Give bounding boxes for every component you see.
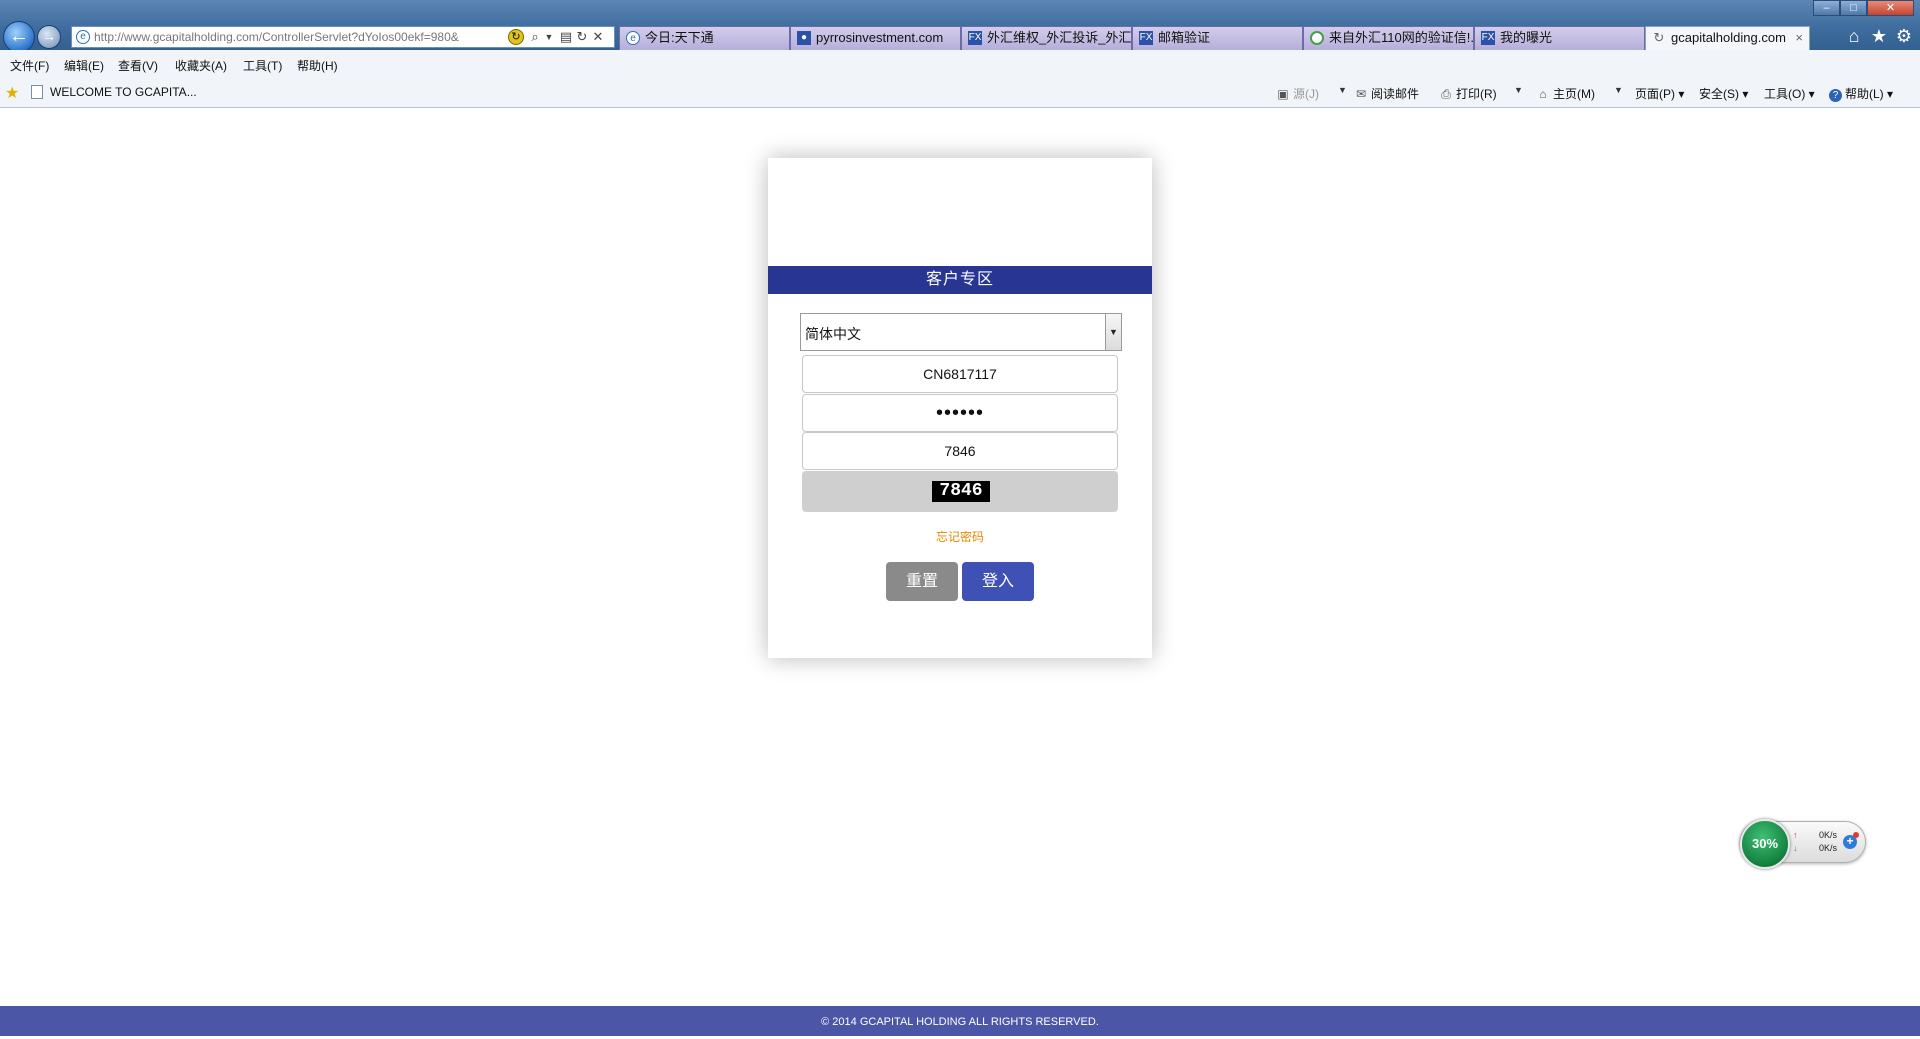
captcha-input[interactable]: 7846 (802, 432, 1118, 470)
home-icon[interactable]: ⌂ (1843, 26, 1865, 47)
tools-menu-button[interactable]: 工具(O) ▾ (1764, 85, 1815, 102)
help-menu-button[interactable]: ? 帮助(L) ▾ (1829, 85, 1893, 102)
home-label: 主页(M) (1553, 87, 1595, 101)
menu-bar: 文件(F) 编辑(E) 查看(V) 收藏夹(A) 工具(T) 帮助(H) (0, 50, 1920, 79)
settings-gear-icon[interactable]: ⚙ (1893, 26, 1915, 47)
command-bar: ★ WELCOME TO GCAPITA... ▣ 源(J) ▼ ✉ 阅读邮件 ⎙ 打… (0, 78, 1920, 108)
menu-help[interactable]: 帮助(H) (297, 57, 338, 74)
back-button[interactable]: ← (3, 21, 35, 53)
paw-icon: ● (797, 31, 811, 45)
menu-favorites[interactable]: 收藏夹(A) (175, 57, 227, 74)
upload-speed: 0K/s (1819, 830, 1838, 840)
menu-edit[interactable]: 编辑(E) (64, 57, 104, 74)
print-label: 打印(R) (1456, 87, 1497, 101)
reset-button[interactable]: 重置 (886, 562, 958, 601)
favorite-page-title[interactable]: WELCOME TO GCAPITA... (50, 85, 197, 99)
tab-label: 外汇维权_外汇投诉_外汇... (987, 30, 1132, 45)
page-icon (31, 85, 43, 99)
dropdown-icon[interactable]: ▼ (542, 29, 556, 45)
stop-icon[interactable]: ✕ (591, 29, 605, 45)
refresh-icon[interactable]: ↻ (575, 29, 589, 45)
tab-label: 来自外汇110网的验证信!... (1329, 30, 1474, 45)
download-speed: 0K/s (1819, 843, 1838, 853)
feeds-button[interactable]: ▣ 源(J) (1276, 85, 1319, 102)
menu-tools[interactable]: 工具(T) (243, 57, 282, 74)
tab-label: 我的曝光 (1500, 30, 1553, 45)
client-area-header: 客户专区 (768, 266, 1152, 294)
tab-label: pyrrosinvestment.com (816, 30, 944, 45)
tab-label: 邮箱验证 (1158, 30, 1211, 45)
address-bar[interactable]: e http://www.gcapitalholding.com/Control… (71, 26, 615, 48)
chevron-down-icon[interactable]: ▼ (1514, 85, 1523, 95)
captcha-image[interactable]: 7846 (932, 481, 990, 502)
favorites-star-icon[interactable]: ★ (1868, 26, 1890, 47)
page-menu-button[interactable]: 页面(P) ▾ (1635, 85, 1684, 102)
read-mail-button[interactable]: ✉ 阅读邮件 (1354, 85, 1419, 102)
rss-icon: ▣ (1277, 87, 1289, 101)
tab-label: 今日:天下通 (645, 30, 714, 45)
footer-copyright: © 2014 GCAPITAL HOLDING ALL RIGHTS RESER… (0, 1006, 1920, 1036)
printer-icon: ⎙ (1441, 87, 1451, 101)
address-url[interactable]: http://www.gcapitalholding.com/Controlle… (94, 30, 514, 44)
menu-view[interactable]: 查看(V) (118, 57, 158, 74)
home-page-button[interactable]: ⌂ 主页(M) (1536, 85, 1595, 102)
tab-tianxiatong[interactable]: e 今日:天下通 (619, 26, 790, 50)
home-page-icon: ⌂ (1539, 87, 1547, 101)
language-value: 简体中文 (805, 326, 861, 342)
tab-gcapital[interactable]: ↻ gcapitalholding.com × (1645, 26, 1810, 50)
forgot-password-link[interactable]: 忘记密码 (768, 528, 1152, 545)
ie-page-icon: e (76, 30, 90, 44)
extension-icon[interactable]: ↻ (508, 29, 524, 45)
tab-email-verify[interactable]: FX 邮箱验证 (1132, 26, 1303, 50)
memory-gauge[interactable]: 30% (1740, 819, 1790, 869)
notification-dot (1853, 832, 1859, 838)
chevron-down-icon[interactable]: ▼ (1614, 85, 1623, 95)
chevron-down-icon[interactable]: ▼ (1105, 314, 1121, 350)
minimize-button[interactable]: – (1813, 0, 1840, 16)
read-mail-label: 阅读邮件 (1371, 87, 1420, 101)
fx110-icon: FX (1139, 31, 1153, 45)
tab-verify-letter[interactable]: 来自外汇110网的验证信!... (1303, 26, 1474, 50)
account-input[interactable]: CN6817117 (802, 355, 1118, 393)
search-icon[interactable]: ⌕ (528, 29, 542, 45)
browser-title-bar: ← → e http://www.gcapitalholding.com/Con… (0, 0, 1920, 53)
print-button[interactable]: ⎙ 打印(R) (1439, 85, 1497, 102)
chrome-icon (1310, 31, 1324, 45)
tab-my-exposure[interactable]: FX 我的曝光 (1474, 26, 1645, 50)
feeds-label: 源(J) (1293, 87, 1319, 101)
loading-icon: ↻ (1653, 30, 1665, 45)
help-icon: ? (1829, 89, 1842, 102)
tab-close-icon[interactable]: × (1795, 27, 1803, 49)
favorites-bar-star-icon[interactable]: ★ (5, 83, 19, 103)
fx110-icon: FX (968, 31, 982, 45)
tab-fx-complaint[interactable]: FX 外汇维权_外汇投诉_外汇... (961, 26, 1132, 50)
tab-label: gcapitalholding.com (1671, 30, 1786, 45)
download-arrow-icon: ↓ (1793, 843, 1798, 853)
mail-icon: ✉ (1355, 87, 1367, 101)
language-select[interactable]: 简体中文 ▼ (800, 313, 1122, 351)
safety-label: 安全(S) (1699, 87, 1739, 101)
page-label: 页面(P) (1635, 87, 1675, 101)
ie-tab-icon: e (626, 31, 640, 45)
maximize-button[interactable]: □ (1840, 0, 1867, 16)
compat-view-icon[interactable]: ▤ (559, 29, 573, 45)
tab-pyrros[interactable]: ● pyrrosinvestment.com (790, 26, 961, 50)
password-input[interactable]: •••••• (802, 394, 1118, 432)
login-button[interactable]: 登入 (962, 562, 1034, 601)
forward-button[interactable]: → (37, 25, 61, 49)
chevron-down-icon[interactable]: ▼ (1338, 85, 1347, 95)
menu-file[interactable]: 文件(F) (10, 57, 49, 74)
help-label: 帮助(L) (1845, 87, 1884, 101)
login-card: 客户专区 简体中文 ▼ CN6817117 •••••• 7846 7846 忘… (768, 158, 1152, 658)
upload-arrow-icon: ↑ (1793, 830, 1798, 840)
captcha-area[interactable]: 7846 (802, 471, 1118, 512)
fx110-icon: FX (1481, 31, 1495, 45)
window-close-button[interactable]: ✕ (1867, 0, 1914, 16)
tools-label: 工具(O) (1764, 87, 1806, 101)
safety-menu-button[interactable]: 安全(S) ▾ (1699, 85, 1748, 102)
